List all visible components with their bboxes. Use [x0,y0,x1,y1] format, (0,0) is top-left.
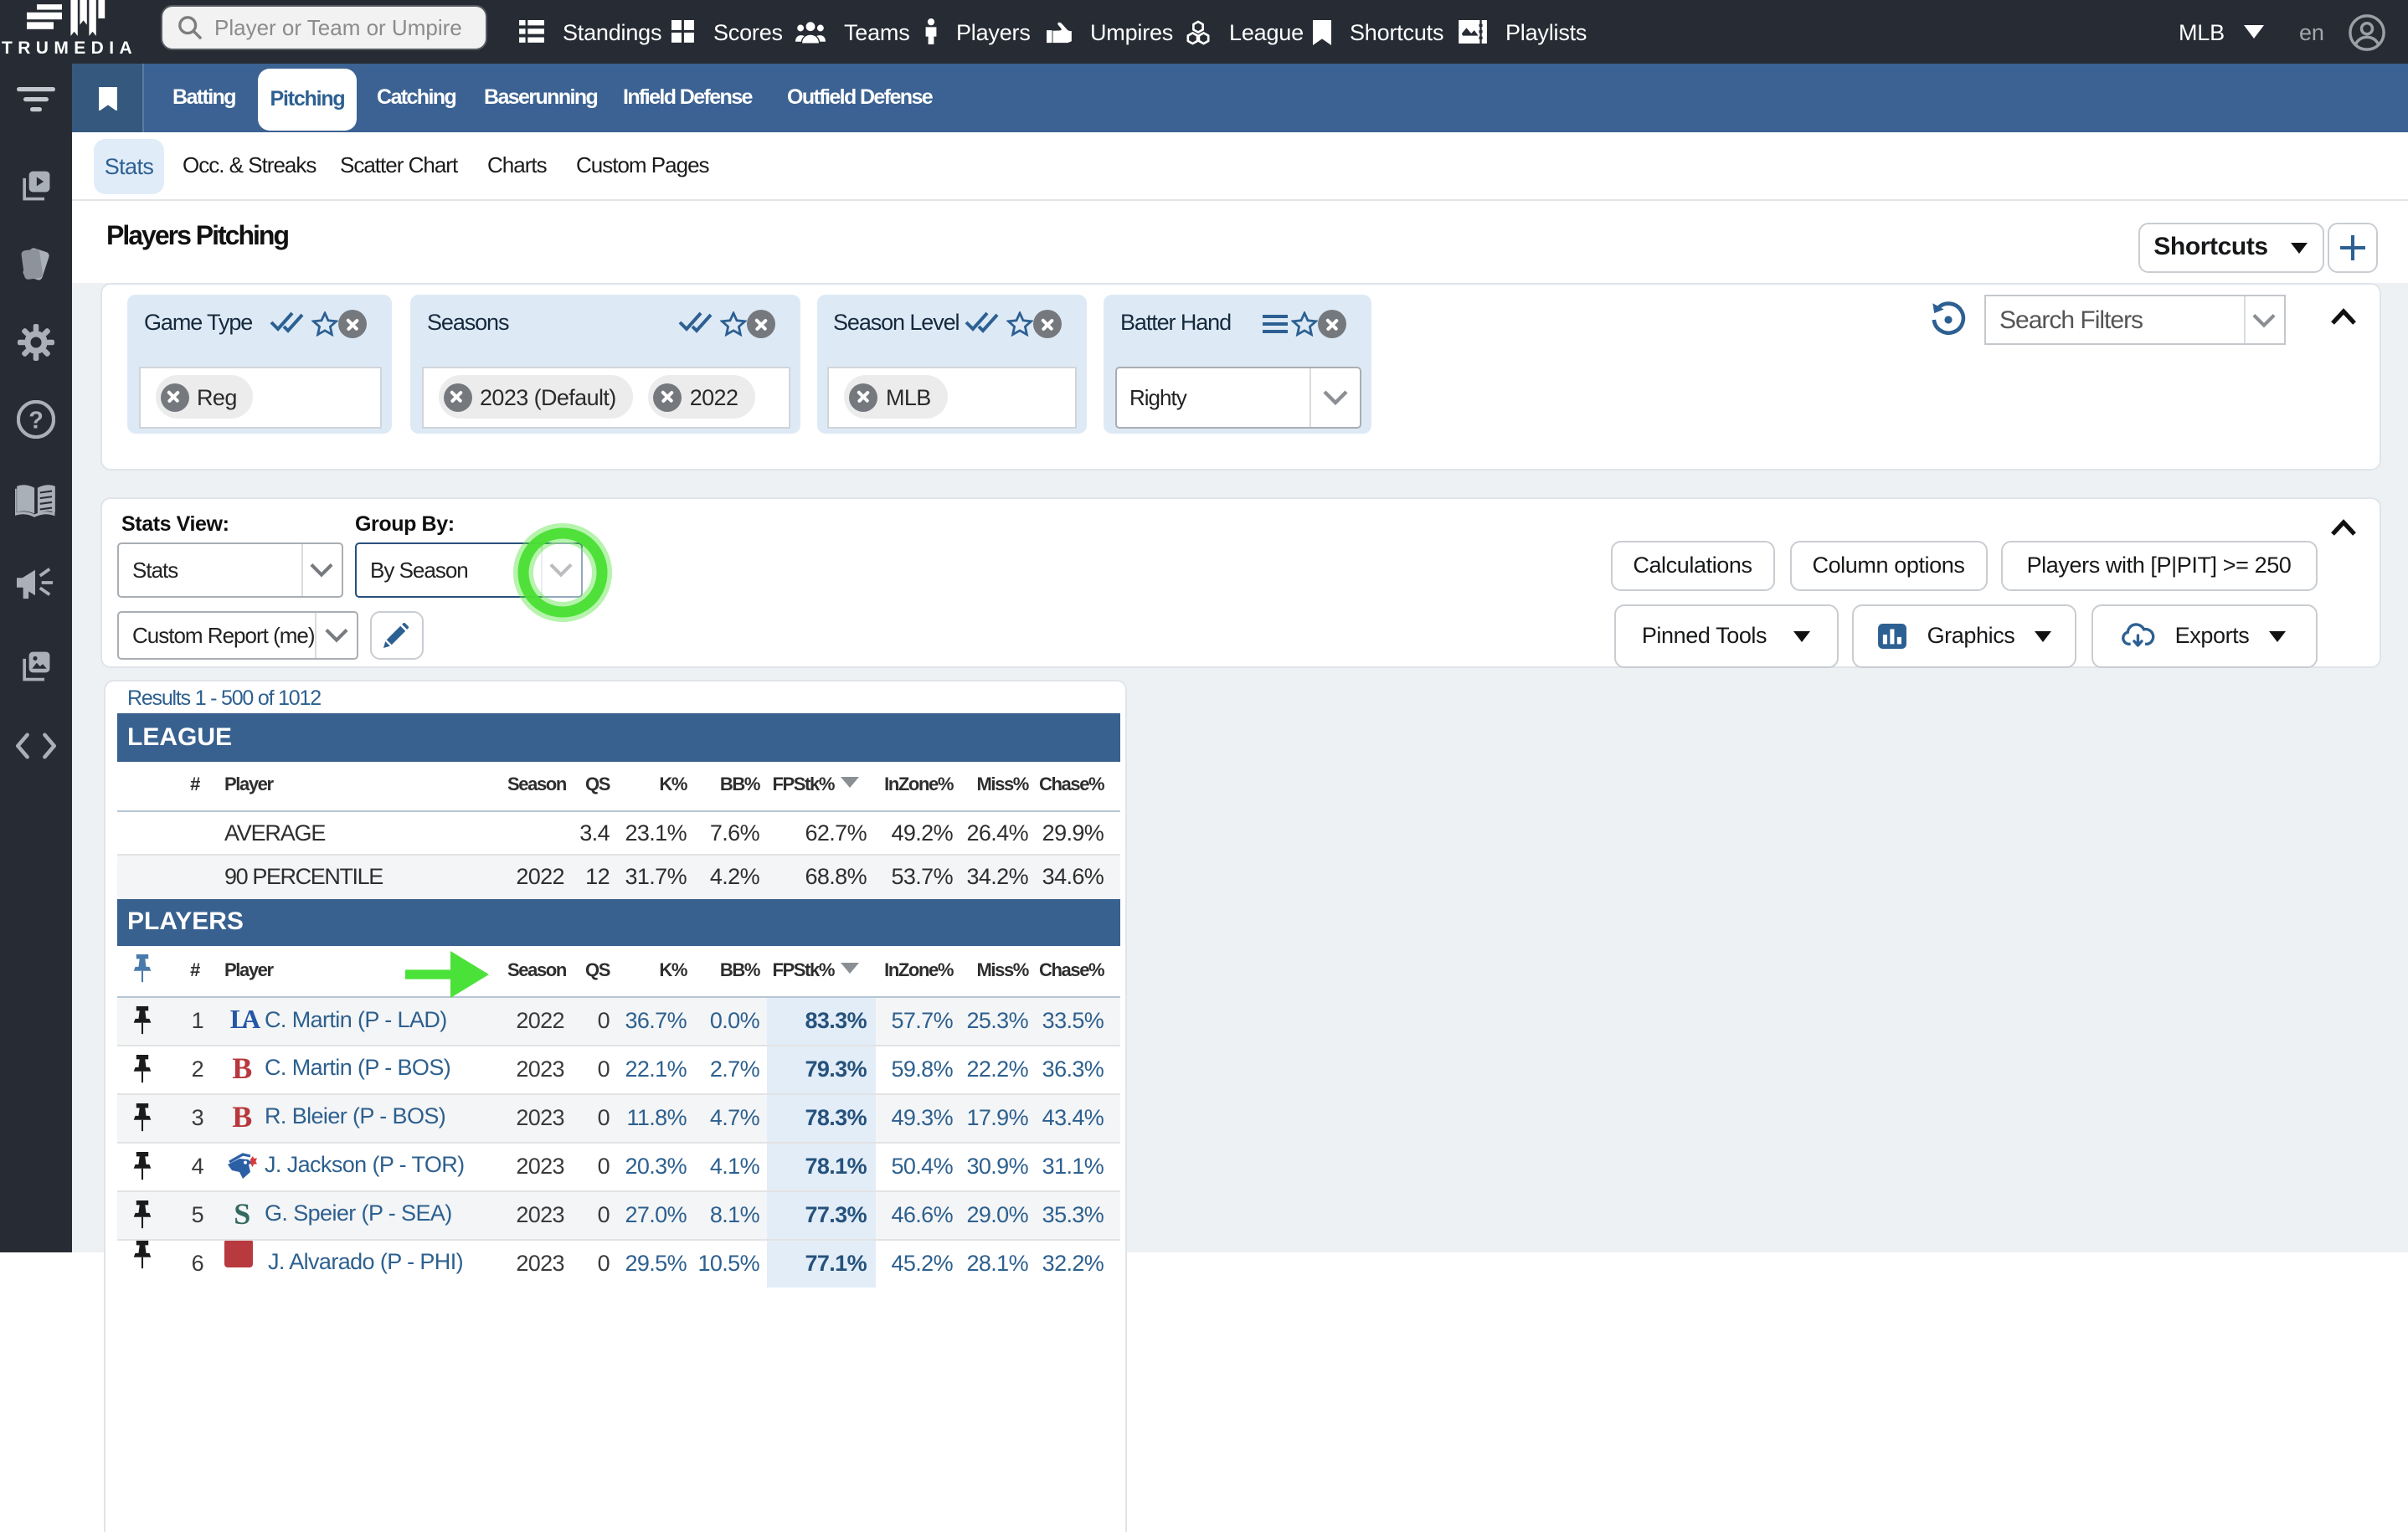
svg-text:?: ? [28,408,44,434]
